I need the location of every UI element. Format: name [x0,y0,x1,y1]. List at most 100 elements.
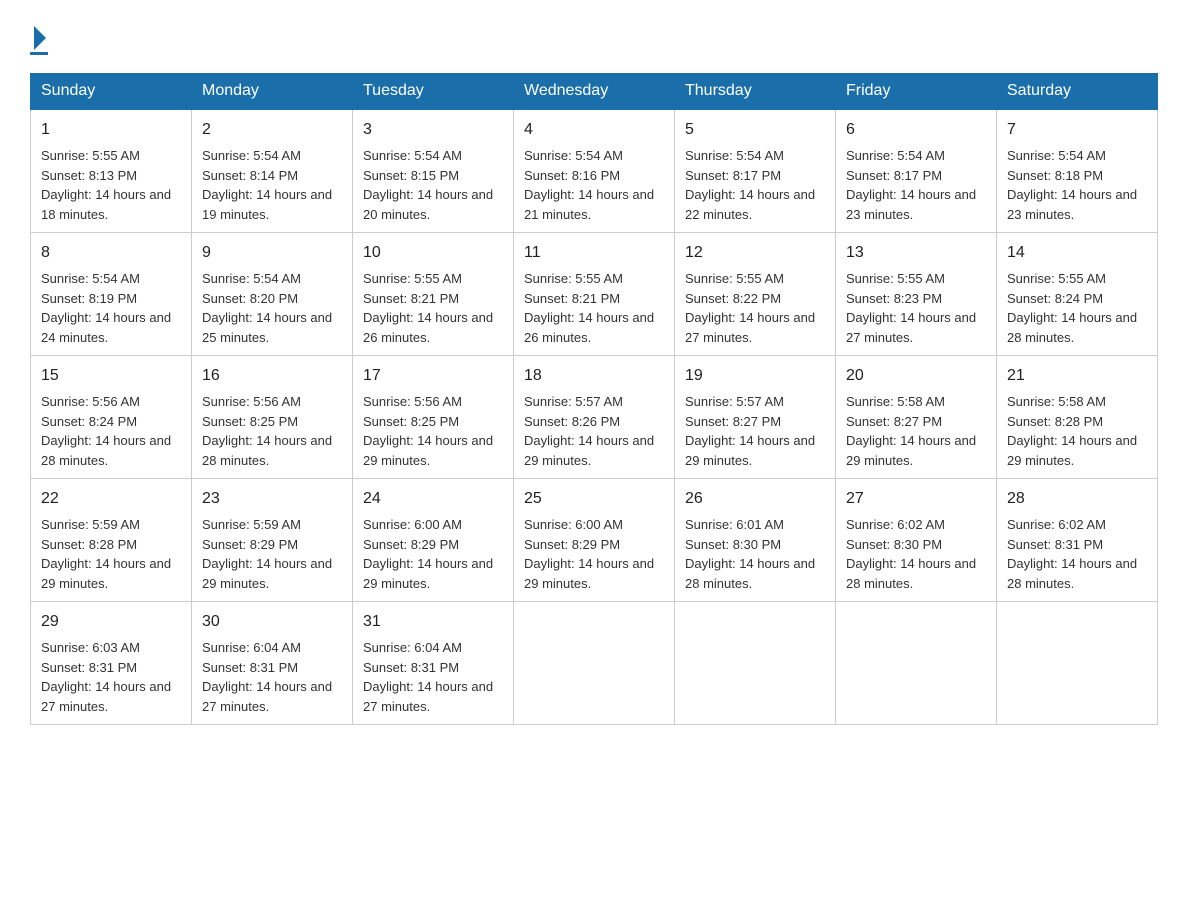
day-number: 27 [846,487,986,511]
day-info: Sunrise: 5:55 AMSunset: 8:13 PMDaylight:… [41,146,181,224]
calendar-cell: 21Sunrise: 5:58 AMSunset: 8:28 PMDayligh… [997,356,1158,479]
calendar-cell: 1Sunrise: 5:55 AMSunset: 8:13 PMDaylight… [31,109,192,233]
calendar-cell: 10 Sunrise: 5:55 AMSunset: 8:21 PMDayligh… [353,233,514,356]
header-tuesday: Tuesday [353,74,514,110]
calendar-cell: 24 Sunrise: 6:00 AMSunset: 8:29 PMDayligh… [353,479,514,602]
calendar-cell [675,602,836,725]
header-sunday: Sunday [31,74,192,110]
day-number: 24 [363,487,503,511]
calendar-cell: 25 Sunrise: 6:00 AMSunset: 8:29 PMDayligh… [514,479,675,602]
day-number: 11 [524,241,664,265]
day-number: 22 [41,487,181,511]
day-number: 31 [363,610,503,634]
day-info: Sunrise: 5:54 AMSunset: 8:17 PMDaylight:… [846,146,986,224]
day-info: Sunrise: 6:04 AMSunset: 8:31 PMDaylight:… [202,638,342,716]
header [30,20,1158,55]
week-row-5: 29 Sunrise: 6:03 AMSunset: 8:31 PMDayligh… [31,602,1158,725]
calendar-cell: 9Sunrise: 5:54 AMSunset: 8:20 PMDaylight… [192,233,353,356]
calendar-cell: 12 Sunrise: 5:55 AMSunset: 8:22 PMDayligh… [675,233,836,356]
day-number: 20 [846,364,986,388]
logo-underline [30,52,48,55]
calendar-cell: 19Sunrise: 5:57 AMSunset: 8:27 PMDayligh… [675,356,836,479]
calendar-header-row: SundayMondayTuesdayWednesdayThursdayFrid… [31,74,1158,110]
day-info: Sunrise: 5:54 AMSunset: 8:17 PMDaylight:… [685,146,825,224]
calendar-cell: 26 Sunrise: 6:01 AMSunset: 8:30 PMDayligh… [675,479,836,602]
day-number: 9 [202,241,342,265]
day-info: Sunrise: 5:54 AMSunset: 8:15 PMDaylight:… [363,146,503,224]
calendar-cell: 27 Sunrise: 6:02 AMSunset: 8:30 PMDayligh… [836,479,997,602]
week-row-4: 22 Sunrise: 5:59 AMSunset: 8:28 PMDayligh… [31,479,1158,602]
day-info: Sunrise: 6:00 AMSunset: 8:29 PMDaylight:… [363,515,503,593]
day-info: Sunrise: 6:03 AMSunset: 8:31 PMDaylight:… [41,638,181,716]
calendar-cell: 31 Sunrise: 6:04 AMSunset: 8:31 PMDayligh… [353,602,514,725]
calendar-cell: 11 Sunrise: 5:55 AMSunset: 8:21 PMDayligh… [514,233,675,356]
day-number: 5 [685,118,825,142]
day-info: Sunrise: 5:55 AMSunset: 8:21 PMDaylight:… [363,269,503,347]
day-number: 4 [524,118,664,142]
calendar-cell: 23 Sunrise: 5:59 AMSunset: 8:29 PMDayligh… [192,479,353,602]
header-friday: Friday [836,74,997,110]
header-wednesday: Wednesday [514,74,675,110]
day-info: Sunrise: 5:59 AMSunset: 8:29 PMDaylight:… [202,515,342,593]
day-info: Sunrise: 6:02 AMSunset: 8:30 PMDaylight:… [846,515,986,593]
day-info: Sunrise: 5:54 AMSunset: 8:18 PMDaylight:… [1007,146,1147,224]
day-number: 17 [363,364,503,388]
day-number: 15 [41,364,181,388]
day-number: 19 [685,364,825,388]
calendar-cell [997,602,1158,725]
calendar-cell: 6Sunrise: 5:54 AMSunset: 8:17 PMDaylight… [836,109,997,233]
header-thursday: Thursday [675,74,836,110]
day-number: 8 [41,241,181,265]
day-number: 14 [1007,241,1147,265]
calendar-cell: 17 Sunrise: 5:56 AMSunset: 8:25 PMDayligh… [353,356,514,479]
day-info: Sunrise: 5:57 AMSunset: 8:26 PMDaylight:… [524,392,664,470]
day-info: Sunrise: 5:55 AMSunset: 8:22 PMDaylight:… [685,269,825,347]
day-info: Sunrise: 5:59 AMSunset: 8:28 PMDaylight:… [41,515,181,593]
day-info: Sunrise: 5:54 AMSunset: 8:16 PMDaylight:… [524,146,664,224]
header-saturday: Saturday [997,74,1158,110]
day-number: 12 [685,241,825,265]
day-info: Sunrise: 5:58 AMSunset: 8:27 PMDaylight:… [846,392,986,470]
calendar-cell: 14 Sunrise: 5:55 AMSunset: 8:24 PMDayligh… [997,233,1158,356]
calendar-cell: 20 Sunrise: 5:58 AMSunset: 8:27 PMDayligh… [836,356,997,479]
day-info: Sunrise: 5:54 AMSunset: 8:14 PMDaylight:… [202,146,342,224]
day-number: 23 [202,487,342,511]
day-info: Sunrise: 5:55 AMSunset: 8:24 PMDaylight:… [1007,269,1147,347]
day-info: Sunrise: 5:56 AMSunset: 8:24 PMDaylight:… [41,392,181,470]
day-info: Sunrise: 5:55 AMSunset: 8:21 PMDaylight:… [524,269,664,347]
day-info: Sunrise: 6:00 AMSunset: 8:29 PMDaylight:… [524,515,664,593]
week-row-3: 15 Sunrise: 5:56 AMSunset: 8:24 PMDayligh… [31,356,1158,479]
calendar-cell: 16Sunrise: 5:56 AMSunset: 8:25 PMDayligh… [192,356,353,479]
day-info: Sunrise: 6:02 AMSunset: 8:31 PMDaylight:… [1007,515,1147,593]
week-row-1: 1Sunrise: 5:55 AMSunset: 8:13 PMDaylight… [31,109,1158,233]
calendar-cell: 2Sunrise: 5:54 AMSunset: 8:14 PMDaylight… [192,109,353,233]
calendar-cell: 4 Sunrise: 5:54 AMSunset: 8:16 PMDaylight… [514,109,675,233]
calendar-cell: 28 Sunrise: 6:02 AMSunset: 8:31 PMDayligh… [997,479,1158,602]
calendar-table: SundayMondayTuesdayWednesdayThursdayFrid… [30,73,1158,725]
logo [30,28,48,55]
calendar-cell: 22 Sunrise: 5:59 AMSunset: 8:28 PMDayligh… [31,479,192,602]
calendar-cell: 8 Sunrise: 5:54 AMSunset: 8:19 PMDaylight… [31,233,192,356]
day-info: Sunrise: 5:58 AMSunset: 8:28 PMDaylight:… [1007,392,1147,470]
calendar-cell: 30Sunrise: 6:04 AMSunset: 8:31 PMDayligh… [192,602,353,725]
day-number: 28 [1007,487,1147,511]
day-info: Sunrise: 5:55 AMSunset: 8:23 PMDaylight:… [846,269,986,347]
day-number: 29 [41,610,181,634]
day-info: Sunrise: 6:04 AMSunset: 8:31 PMDaylight:… [363,638,503,716]
calendar-cell [514,602,675,725]
day-number: 25 [524,487,664,511]
day-number: 3 [363,118,503,142]
calendar-cell: 5 Sunrise: 5:54 AMSunset: 8:17 PMDaylight… [675,109,836,233]
day-number: 26 [685,487,825,511]
calendar-cell [836,602,997,725]
calendar-cell: 29 Sunrise: 6:03 AMSunset: 8:31 PMDayligh… [31,602,192,725]
logo-triangle-icon [34,26,46,50]
day-info: Sunrise: 6:01 AMSunset: 8:30 PMDaylight:… [685,515,825,593]
day-info: Sunrise: 5:56 AMSunset: 8:25 PMDaylight:… [363,392,503,470]
day-info: Sunrise: 5:54 AMSunset: 8:19 PMDaylight:… [41,269,181,347]
day-number: 10 [363,241,503,265]
calendar-cell: 13 Sunrise: 5:55 AMSunset: 8:23 PMDayligh… [836,233,997,356]
day-number: 16 [202,364,342,388]
day-number: 13 [846,241,986,265]
header-monday: Monday [192,74,353,110]
